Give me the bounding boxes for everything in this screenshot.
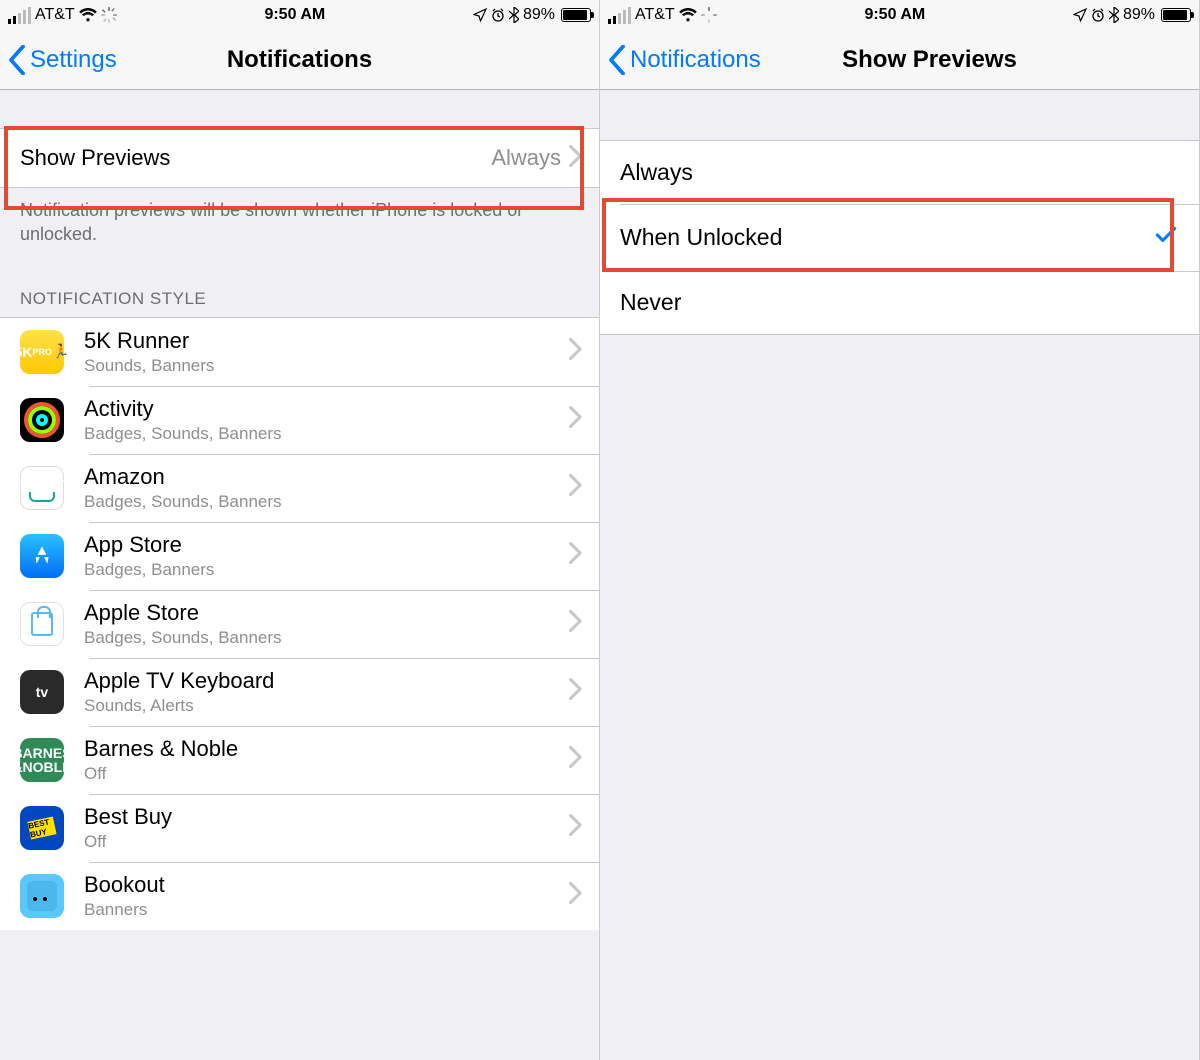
loading-spinner-icon xyxy=(701,7,717,23)
location-icon xyxy=(1073,8,1087,22)
back-label: Notifications xyxy=(630,46,761,74)
app-detail: Badges, Sounds, Banners xyxy=(84,424,569,444)
carrier-label: AT&T xyxy=(635,6,675,24)
wifi-icon xyxy=(679,8,697,22)
app-icon xyxy=(20,602,64,646)
option-label: Always xyxy=(620,159,1179,186)
app-name: Apple Store xyxy=(84,600,569,626)
battery-percent: 89% xyxy=(523,6,555,24)
app-detail: Sounds, Alerts xyxy=(84,696,569,716)
app-detail: Off xyxy=(84,832,569,852)
nav-bar: Settings Notifications xyxy=(0,30,599,90)
app-row-app-store[interactable]: App Store Badges, Banners xyxy=(0,522,599,590)
alarm-icon xyxy=(491,8,505,22)
app-row-apple-tv-keyboard[interactable]: tv Apple TV Keyboard Sounds, Alerts xyxy=(0,658,599,726)
app-icon: BEST BUY xyxy=(20,806,64,850)
location-icon xyxy=(473,8,487,22)
loading-spinner-icon xyxy=(101,7,117,23)
bluetooth-icon xyxy=(1109,7,1119,23)
chevron-left-icon xyxy=(608,45,626,75)
app-name: App Store xyxy=(84,532,569,558)
chevron-right-icon xyxy=(569,746,583,773)
app-row-amazon[interactable]: amazon Amazon Badges, Sounds, Banners xyxy=(0,454,599,522)
chevron-right-icon xyxy=(569,882,583,909)
app-icon xyxy=(20,534,64,578)
section-header: NOTIFICATION STYLE xyxy=(0,265,599,317)
nav-bar: Notifications Show Previews xyxy=(600,30,1199,90)
battery-percent: 89% xyxy=(1123,6,1155,24)
app-name: Amazon xyxy=(84,464,569,490)
cellular-signal-icon xyxy=(608,7,631,24)
app-detail: Sounds, Banners xyxy=(84,356,569,376)
app-name: Apple TV Keyboard xyxy=(84,668,569,694)
app-detail: Badges, Sounds, Banners xyxy=(84,492,569,512)
wifi-icon xyxy=(79,8,97,22)
status-time: 9:50 AM xyxy=(264,6,325,24)
show-previews-label: Show Previews xyxy=(20,145,491,171)
alarm-icon xyxy=(1091,8,1105,22)
chevron-right-icon xyxy=(569,338,583,365)
chevron-right-icon xyxy=(569,610,583,637)
app-icon xyxy=(20,398,64,442)
app-row-apple-store[interactable]: Apple Store Badges, Sounds, Banners xyxy=(0,590,599,658)
battery-icon xyxy=(1161,8,1191,22)
show-previews-value: Always xyxy=(491,145,561,171)
option-when-unlocked[interactable]: When Unlocked xyxy=(600,204,1199,271)
back-button[interactable]: Settings xyxy=(8,45,117,75)
app-detail: Badges, Banners xyxy=(84,560,569,580)
show-previews-row[interactable]: Show Previews Always xyxy=(0,128,599,188)
battery-icon xyxy=(561,8,591,22)
app-icon: tv xyxy=(20,670,64,714)
app-detail: Badges, Sounds, Banners xyxy=(84,628,569,648)
chevron-right-icon xyxy=(569,814,583,841)
option-label: Never xyxy=(620,289,1179,316)
app-name: 5K Runner xyxy=(84,328,569,354)
section-footer: Notification previews will be shown whet… xyxy=(0,188,599,265)
chevron-left-icon xyxy=(8,45,26,75)
app-name: Activity xyxy=(84,396,569,422)
carrier-label: AT&T xyxy=(35,6,75,24)
option-label: When Unlocked xyxy=(620,224,1153,251)
app-row-activity[interactable]: Activity Badges, Sounds, Banners xyxy=(0,386,599,454)
app-name: Barnes & Noble xyxy=(84,736,569,762)
app-icon: amazon xyxy=(20,466,64,510)
chevron-right-icon xyxy=(569,678,583,705)
app-detail: Off xyxy=(84,764,569,784)
back-button[interactable]: Notifications xyxy=(608,45,761,75)
chevron-right-icon xyxy=(569,474,583,501)
status-bar: AT&T 9:50 AM 89% xyxy=(600,0,1199,30)
status-bar: AT&T 9:50 AM 89% xyxy=(0,0,599,30)
app-icon: BARNES&NOBLE xyxy=(20,738,64,782)
option-never[interactable]: Never xyxy=(600,271,1199,334)
app-icon xyxy=(20,874,64,918)
app-row-best-buy[interactable]: BEST BUY Best Buy Off xyxy=(0,794,599,862)
app-row-5k-runner[interactable]: 5KPRO🏃 5K Runner Sounds, Banners xyxy=(0,318,599,386)
app-name: Best Buy xyxy=(84,804,569,830)
chevron-right-icon xyxy=(569,406,583,433)
app-icon: 5KPRO🏃 xyxy=(20,330,64,374)
status-time: 9:50 AM xyxy=(864,6,925,24)
option-always[interactable]: Always xyxy=(600,141,1199,204)
chevron-right-icon xyxy=(569,145,583,172)
bluetooth-icon xyxy=(509,7,519,23)
chevron-right-icon xyxy=(569,542,583,569)
app-row-barnes-noble[interactable]: BARNES&NOBLE Barnes & Noble Off xyxy=(0,726,599,794)
app-detail: Banners xyxy=(84,900,569,920)
back-label: Settings xyxy=(30,46,117,74)
checkmark-icon xyxy=(1153,222,1179,253)
cellular-signal-icon xyxy=(8,7,31,24)
app-row-bookout[interactable]: Bookout Banners xyxy=(0,862,599,930)
app-name: Bookout xyxy=(84,872,569,898)
